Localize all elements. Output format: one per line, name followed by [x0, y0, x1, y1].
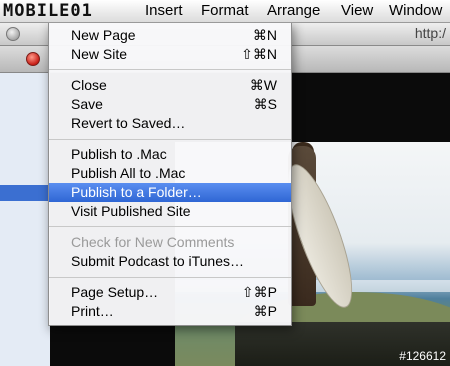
menu-item-revert[interactable]: Revert to Saved…: [49, 114, 291, 133]
menu-item-submit-podcast[interactable]: Submit Podcast to iTunes…: [49, 252, 291, 271]
window-close-icon[interactable]: [6, 27, 20, 41]
menu-item-publish-mac[interactable]: Publish to .Mac: [49, 145, 291, 164]
sidebar-selected-item[interactable]: [0, 185, 50, 201]
image-watermark: #126612: [399, 349, 446, 363]
menu-item-new-site[interactable]: New Site ⇧⌘N: [49, 45, 291, 64]
menu-separator: [49, 277, 291, 278]
menu-separator: [49, 69, 291, 70]
menu-item-check-comments: Check for New Comments: [71, 234, 235, 250]
menu-item-close[interactable]: Close ⌘W: [49, 76, 291, 95]
menu-format[interactable]: Format: [201, 0, 249, 22]
menu-window[interactable]: Window: [389, 0, 442, 22]
menu-bar: MOBILE01 Insert Format Arrange View Wind…: [0, 0, 450, 23]
menu-item-save[interactable]: Save ⌘S: [49, 95, 291, 114]
sidebar: [0, 73, 51, 366]
menu-item-publish-all-mac[interactable]: Publish All to .Mac: [49, 164, 291, 183]
address-fragment: http:/: [414, 25, 446, 41]
menu-item-new-page[interactable]: New Page ⌘N: [49, 26, 291, 45]
file-menu-dropdown: New Page ⌘N New Site ⇧⌘N Close ⌘W Save ⌘S Re…: [48, 22, 292, 326]
menu-insert[interactable]: Insert: [145, 0, 183, 22]
menu-item-visit-site[interactable]: Visit Published Site: [49, 202, 291, 221]
menu-item-print[interactable]: Print… ⌘P: [49, 302, 291, 321]
menu-view[interactable]: View: [341, 0, 373, 22]
menu-arrange[interactable]: Arrange: [267, 0, 320, 22]
menu-item-publish-folder[interactable]: Publish to a Folder…: [49, 183, 291, 202]
close-button-icon[interactable]: [26, 52, 40, 66]
site-logo: MOBILE01: [3, 1, 93, 21]
menu-separator: [49, 226, 291, 227]
menu-item-page-setup[interactable]: Page Setup… ⇧⌘P: [49, 283, 291, 302]
menu-separator: [49, 139, 291, 140]
